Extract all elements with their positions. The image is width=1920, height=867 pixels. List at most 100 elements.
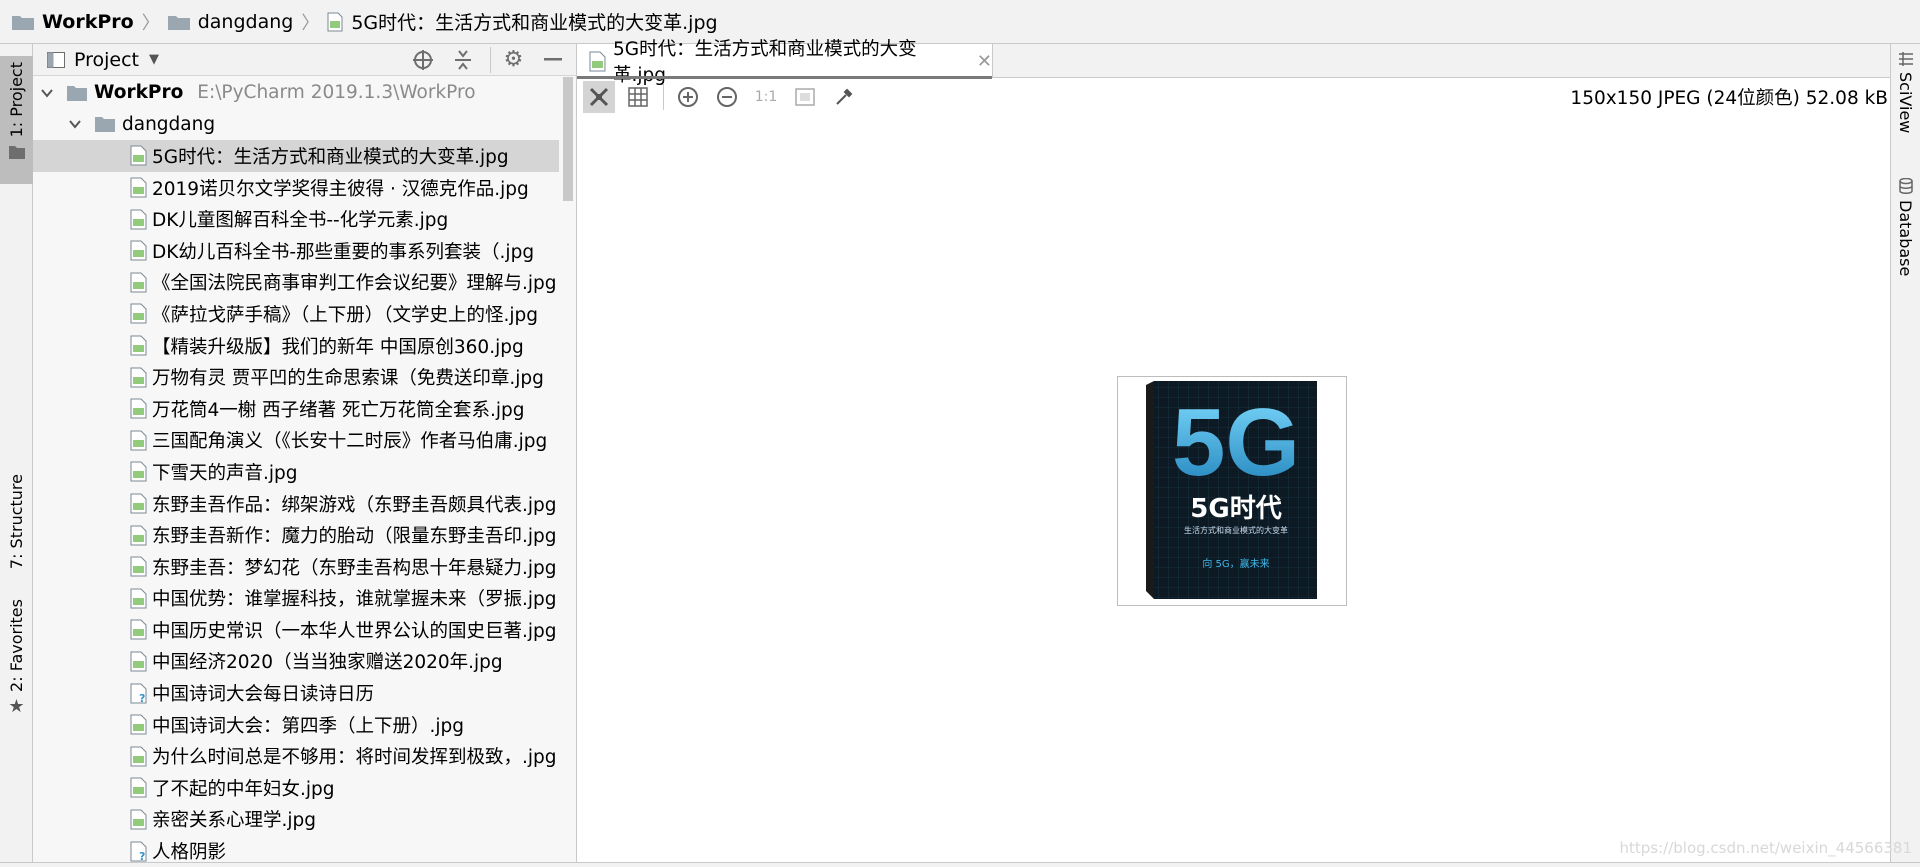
minimize-icon[interactable] bbox=[540, 47, 566, 73]
file-row[interactable]: 万物有灵 贾平凹的生命思索课（免费送印章.jpg bbox=[33, 361, 559, 393]
project-tree-scrollbar[interactable] bbox=[560, 77, 576, 862]
zoom-to-fit-icon[interactable] bbox=[583, 81, 615, 113]
image-file-icon bbox=[130, 714, 147, 735]
zoom-out-icon[interactable] bbox=[711, 81, 743, 113]
file-row[interactable]: 东野圭吾：梦幻花（东野圭吾构思十年悬疑力.jpg bbox=[33, 551, 559, 583]
file-row[interactable]: 万花筒4一榭 西子绪著 死亡万花筒全套系.jpg bbox=[33, 393, 559, 425]
file-row[interactable]: 2019诺贝尔文学奖得主彼得 · 汉德克作品.jpg bbox=[33, 172, 559, 204]
file-name: 三国配角演义（《长安十二时辰》作者马伯庸.jpg bbox=[152, 431, 548, 453]
color-picker-icon[interactable] bbox=[828, 81, 860, 113]
folder-icon bbox=[12, 15, 34, 30]
chevron-down-icon[interactable]: ▼ bbox=[149, 52, 159, 67]
locate-icon[interactable] bbox=[410, 47, 436, 73]
file-row[interactable]: 5G时代：生活方式和商业模式的大变革.jpg bbox=[33, 140, 559, 172]
image-file-icon bbox=[130, 651, 147, 672]
background-icon[interactable] bbox=[789, 81, 821, 113]
collapse-all-icon[interactable] bbox=[450, 47, 476, 73]
gear-icon[interactable]: ⚙ bbox=[490, 46, 526, 73]
actual-size-button[interactable]: 1:1 bbox=[750, 81, 782, 113]
file-row[interactable]: ? 人格阴影 bbox=[33, 835, 559, 862]
file-row[interactable]: 下雪天的声音.jpg bbox=[33, 456, 559, 488]
file-name: 了不起的中年妇女.jpg bbox=[152, 778, 335, 800]
file-row[interactable]: 中国经济2020（当当独家赠送2020年.jpg bbox=[33, 646, 559, 678]
database-icon bbox=[1898, 178, 1913, 194]
file-row[interactable]: ? 中国诗词大会每日读诗日历 bbox=[33, 677, 559, 709]
unknown-file-icon: ? bbox=[130, 683, 147, 704]
image-file-icon bbox=[130, 809, 147, 830]
left-tool-stripe: 1: Project 7: Structure 2: Favorites ★ bbox=[0, 44, 33, 862]
tool-window-database[interactable]: Database bbox=[1896, 178, 1915, 276]
project-view-icon bbox=[47, 51, 65, 68]
file-name: 【精装升级版】我们的新年 中国原创360.jpg bbox=[152, 336, 524, 358]
editor-tab-active[interactable]: 5G时代：生活方式和商业模式的大变革.jpg ✕ bbox=[577, 39, 993, 86]
ide-window: WorkPro 〉 dangdang 〉 5G时代：生活方式和商业模式的大变革.… bbox=[0, 0, 1920, 867]
file-name: DK幼儿百科全书-那些重要的事系列套装（.jpg bbox=[152, 241, 535, 263]
file-row[interactable]: 中国优势：谁掌握科技，谁就掌握未来（罗振.jpg bbox=[33, 583, 559, 615]
file-name: 亲密关系心理学.jpg bbox=[152, 810, 317, 832]
file-list: 5G时代：生活方式和商业模式的大变革.jpg 2019诺贝尔文学奖得主彼得 · 汉… bbox=[33, 140, 559, 862]
image-file-icon bbox=[130, 145, 147, 166]
file-row[interactable]: 亲密关系心理学.jpg bbox=[33, 804, 559, 836]
image-file-icon bbox=[130, 240, 147, 261]
file-row[interactable]: 了不起的中年妇女.jpg bbox=[33, 772, 559, 804]
file-row[interactable]: 中国诗词大会：第四季（上下册）.jpg bbox=[33, 709, 559, 741]
file-row[interactable]: 为什么时间总是不够用：将时间发挥到极致，.jpg bbox=[33, 740, 559, 772]
tool-window-structure[interactable]: 7: Structure bbox=[0, 474, 33, 574]
tool-window-sciview[interactable]: SciView bbox=[1896, 52, 1915, 133]
file-row[interactable]: 三国配角演义（《长安十二时辰》作者马伯庸.jpg bbox=[33, 425, 559, 457]
svg-text:?: ? bbox=[139, 692, 145, 704]
breadcrumb-file-label: 5G时代：生活方式和商业模式的大变革.jpg bbox=[351, 12, 718, 34]
image-file-icon bbox=[589, 51, 606, 71]
image-info: 150x150 JPEG (24位颜色) 52.08 kB bbox=[1570, 88, 1888, 109]
cover-subtitle: 生活方式和商业模式的大变革 bbox=[1184, 525, 1288, 535]
cover-big-text: 5G bbox=[1172, 389, 1300, 496]
image-file-icon bbox=[130, 493, 147, 514]
file-row[interactable]: 《萨拉戈萨手稿》（上下册）（文学史上的怪.jpg bbox=[33, 298, 559, 330]
project-view-title[interactable]: Project bbox=[74, 49, 139, 71]
file-row[interactable]: 中国历史常识（一本华人世界公认的国史巨著.jpg bbox=[33, 614, 559, 646]
file-name: DK儿童图解百科全书--化学元素.jpg bbox=[152, 210, 449, 232]
scrollbar-thumb[interactable] bbox=[563, 77, 573, 201]
image-file-icon bbox=[130, 525, 147, 546]
project-panel: Project ▼ ⚙ WorkPro E:\PyCharm 2019.1.3\… bbox=[33, 44, 577, 862]
file-name: 中国历史常识（一本华人世界公认的国史巨著.jpg bbox=[152, 620, 557, 642]
tool-window-favorites[interactable]: 2: Favorites ★ bbox=[0, 599, 33, 717]
zoom-in-icon[interactable] bbox=[672, 81, 704, 113]
book-cover-image: 5G 5G时代 生活方式和商业模式的大变革 向 5G，赢未来 bbox=[1117, 376, 1347, 606]
folder-name: dangdang bbox=[122, 113, 216, 135]
file-name: 东野圭吾作品：绑架游戏（东野圭吾颇具代表.jpg bbox=[152, 494, 557, 516]
image-file-icon bbox=[130, 303, 147, 324]
file-name: 东野圭吾：梦幻花（东野圭吾构思十年悬疑力.jpg bbox=[152, 557, 557, 579]
file-row[interactable]: DK儿童图解百科全书--化学元素.jpg bbox=[33, 203, 559, 235]
file-row[interactable]: 东野圭吾新作：魔力的胎动（限量东野圭吾印.jpg bbox=[33, 519, 559, 551]
right-tool-stripe: SciView Database bbox=[1890, 44, 1920, 862]
file-name: 《全国法院民商事审判工作会议纪要》理解与.jpg bbox=[152, 273, 557, 295]
image-file-icon bbox=[130, 461, 147, 482]
tool-window-project[interactable]: 1: Project bbox=[0, 56, 33, 184]
folder-icon bbox=[67, 85, 87, 101]
file-name: 万花筒4一榭 西子绪著 死亡万花筒全套系.jpg bbox=[152, 399, 525, 421]
tree-folder-row[interactable]: dangdang bbox=[33, 109, 559, 141]
editor-tab-bar: 5G时代：生活方式和商业模式的大变革.jpg ✕ bbox=[577, 39, 1890, 86]
breadcrumb-root[interactable]: WorkPro bbox=[12, 0, 134, 43]
file-name: 东野圭吾新作：魔力的胎动（限量东野圭吾印.jpg bbox=[152, 526, 557, 548]
project-tree: WorkPro E:\PyCharm 2019.1.3\WorkPro dang… bbox=[33, 77, 559, 862]
chevron-right-icon: 〉 bbox=[141, 12, 160, 34]
image-file-icon bbox=[130, 272, 147, 293]
image-file-icon bbox=[130, 367, 147, 388]
file-row[interactable]: 东野圭吾作品：绑架游戏（东野圭吾颇具代表.jpg bbox=[33, 488, 559, 520]
file-name: 《萨拉戈萨手稿》（上下册）（文学史上的怪.jpg bbox=[152, 304, 539, 326]
chevron-down-icon[interactable] bbox=[67, 116, 83, 132]
close-icon[interactable]: ✕ bbox=[977, 51, 992, 72]
file-row[interactable]: 《全国法院民商事审判工作会议纪要》理解与.jpg bbox=[33, 267, 559, 299]
tree-root-row[interactable]: WorkPro E:\PyCharm 2019.1.3\WorkPro bbox=[33, 77, 559, 109]
file-name: 中国经济2020（当当独家赠送2020年.jpg bbox=[152, 652, 503, 674]
file-name: 中国诗词大会每日读诗日历 bbox=[152, 684, 375, 706]
grid-icon[interactable] bbox=[622, 81, 654, 113]
file-row[interactable]: 【精装升级版】我们的新年 中国原创360.jpg bbox=[33, 330, 559, 362]
file-name: 为什么时间总是不够用：将时间发挥到极致，.jpg bbox=[152, 747, 557, 769]
chevron-right-icon: 〉 bbox=[301, 12, 320, 34]
file-row[interactable]: DK幼儿百科全书-那些重要的事系列套装（.jpg bbox=[33, 235, 559, 267]
chevron-down-icon[interactable] bbox=[39, 85, 55, 101]
breadcrumb-folder[interactable]: dangdang bbox=[167, 0, 293, 43]
